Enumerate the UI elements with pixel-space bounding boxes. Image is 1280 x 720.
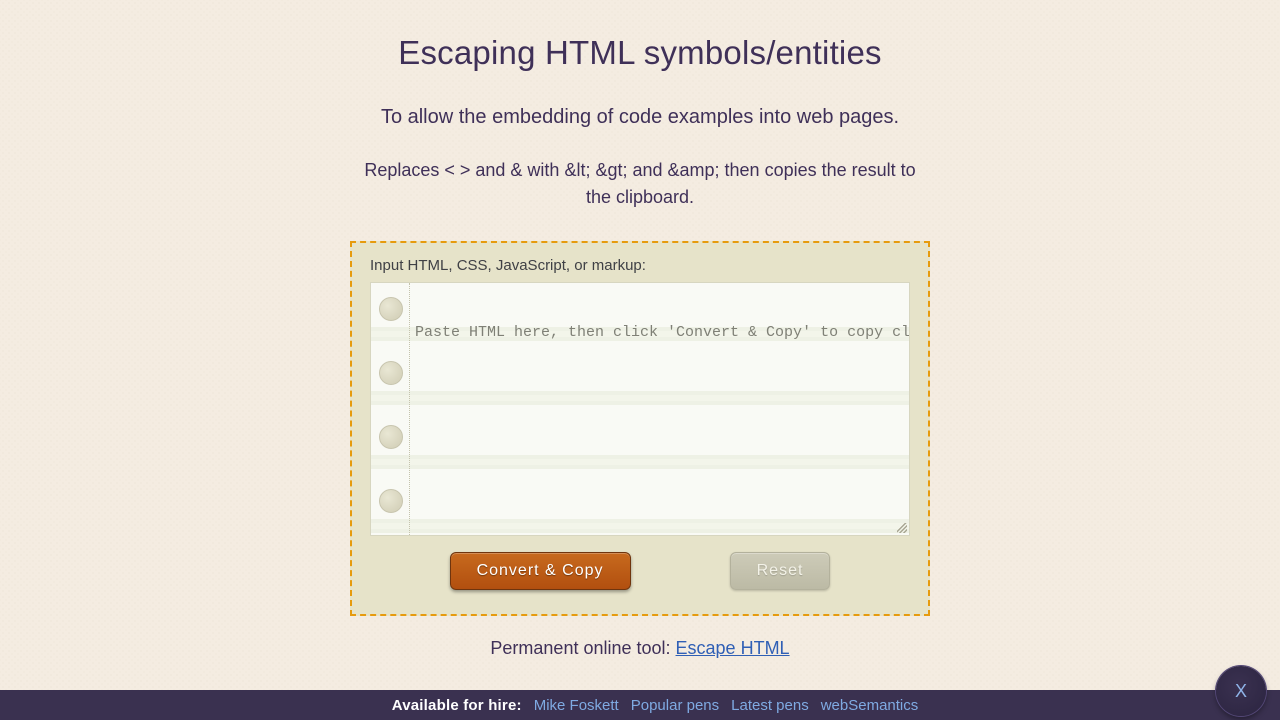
convert-copy-button[interactable]: Convert & Copy bbox=[450, 552, 631, 590]
permalink-line: Permanent online tool: Escape HTML bbox=[350, 638, 930, 659]
explain-text: Replaces < > and & with &lt; &gt; and &a… bbox=[350, 157, 930, 211]
textarea-container bbox=[370, 282, 910, 536]
footer-link-latest-pens[interactable]: Latest pens bbox=[731, 697, 809, 714]
close-icon: X bbox=[1235, 681, 1247, 702]
permalink-link[interactable]: Escape HTML bbox=[676, 638, 790, 658]
page-title: Escaping HTML symbols/entities bbox=[350, 34, 930, 72]
footer-lead: Available for hire: bbox=[392, 697, 522, 714]
converter-panel: Input HTML, CSS, JavaScript, or markup: … bbox=[350, 241, 930, 616]
footer-link-popular-pens[interactable]: Popular pens bbox=[631, 697, 719, 714]
footer-link-websemantics[interactable]: webSemantics bbox=[821, 697, 919, 714]
code-input[interactable] bbox=[371, 283, 909, 535]
permalink-prefix: Permanent online tool: bbox=[490, 638, 675, 658]
footer-link-mike-foskett[interactable]: Mike Foskett bbox=[534, 697, 619, 714]
footer-bar: Available for hire: Mike Foskett Popular… bbox=[0, 690, 1280, 720]
input-label: Input HTML, CSS, JavaScript, or markup: bbox=[370, 257, 910, 274]
tagline-text: To allow the embedding of code examples … bbox=[350, 106, 930, 129]
close-footer-button[interactable]: X bbox=[1216, 666, 1266, 716]
reset-button[interactable]: Reset bbox=[730, 552, 831, 590]
